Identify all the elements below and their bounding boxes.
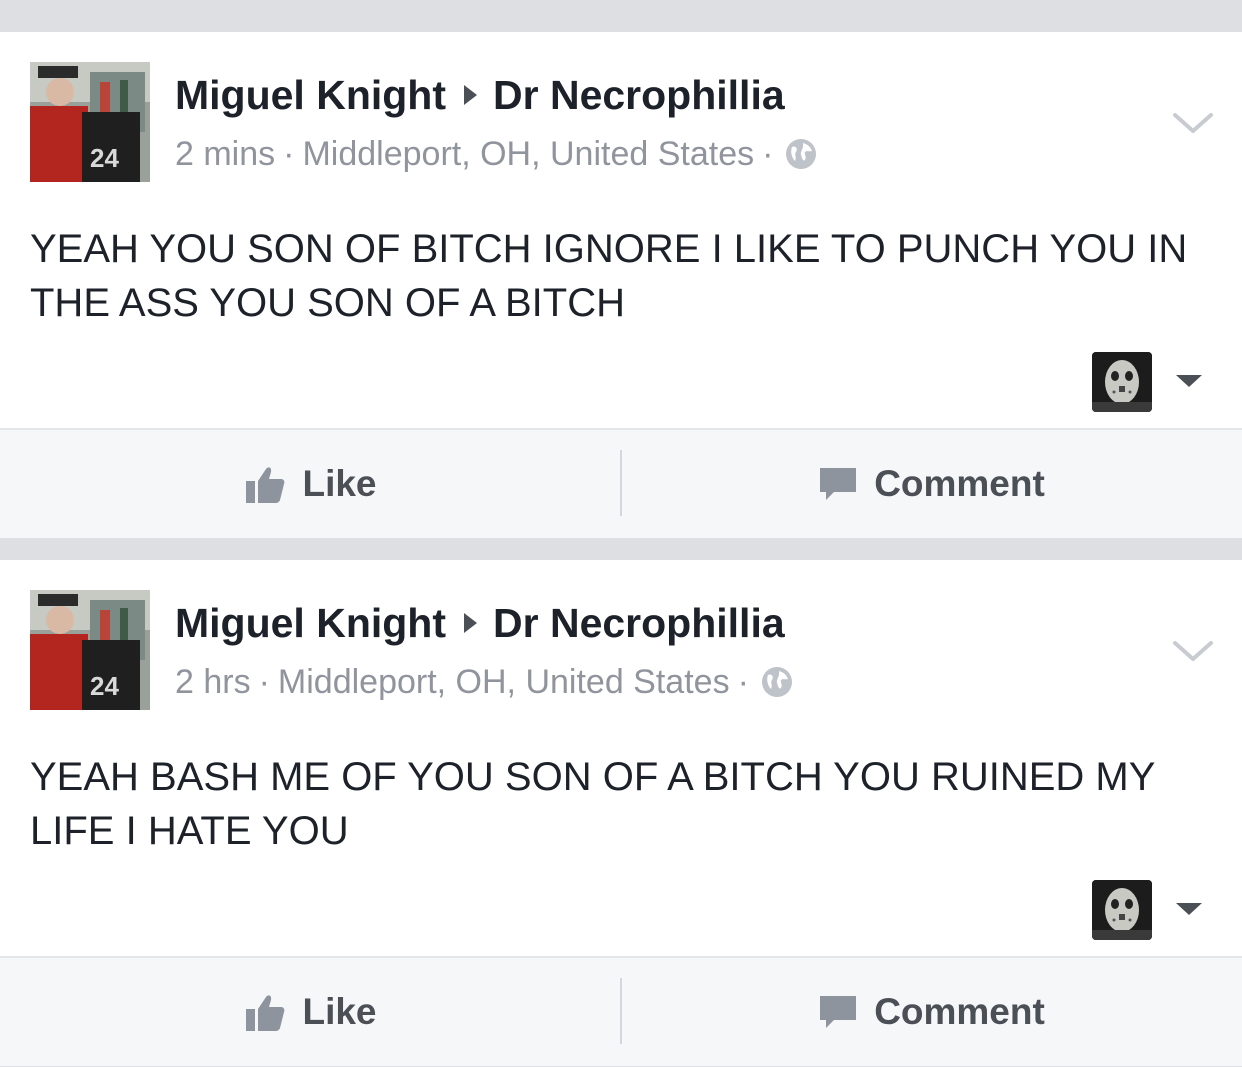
like-label: Like xyxy=(302,991,377,1032)
meta-separator: · xyxy=(762,135,774,173)
post-text: YEAH BASH ME OF YOU SON OF A BITCH YOU R… xyxy=(30,755,1155,853)
post-header: Miguel Knight Dr Necrophillia xyxy=(175,598,785,648)
globe-icon[interactable] xyxy=(761,666,793,698)
arrow-right-icon xyxy=(464,85,478,105)
post-body: 24 Miguel Knight Dr Necrophillia 2 hrs · Mi… xyxy=(0,560,1242,956)
recipient-name[interactable]: Dr Necrophillia xyxy=(493,72,785,118)
speech-bubble-icon xyxy=(820,996,857,1028)
reactor-avatar[interactable] xyxy=(1092,880,1152,940)
post-location[interactable]: Middleport, OH, United States xyxy=(278,663,730,701)
post-meta: 2 mins · Middleport, OH, United States · xyxy=(175,132,817,176)
thumbs-up-icon xyxy=(246,467,285,503)
chevron-down-icon[interactable] xyxy=(1172,638,1214,664)
comment-label: Comment xyxy=(874,463,1045,504)
comment-button[interactable]: Comment xyxy=(621,430,1242,538)
post-meta: 2 hrs · Middleport, OH, United States · xyxy=(175,660,793,704)
post-text: YEAH YOU SON OF BITCH IGNORE I LIKE TO P… xyxy=(30,227,1188,325)
jersey-number: 24 xyxy=(90,671,119,701)
feed-post: 24 Miguel Knight Dr Necrophillia 2 hrs · Mi… xyxy=(0,560,1242,1066)
post-header: Miguel Knight Dr Necrophillia xyxy=(175,70,785,120)
caret-down-icon[interactable] xyxy=(1176,903,1202,915)
author-name[interactable]: Miguel Knight xyxy=(175,600,446,646)
meta-separator: · xyxy=(283,135,295,173)
meta-separator: · xyxy=(737,663,749,701)
post-timestamp[interactable]: 2 hrs xyxy=(175,663,251,701)
author-avatar[interactable]: 24 xyxy=(30,62,150,182)
author-avatar[interactable]: 24 xyxy=(30,590,150,710)
feed-post: 24 Miguel Knight Dr Necrophillia 2 mins · M… xyxy=(0,32,1242,538)
post-body: 24 Miguel Knight Dr Necrophillia 2 mins · M… xyxy=(0,32,1242,428)
like-label: Like xyxy=(302,463,377,504)
like-button[interactable]: Like xyxy=(0,430,621,538)
caret-down-icon[interactable] xyxy=(1176,375,1202,387)
action-bar: Like Comment xyxy=(0,956,1242,1066)
thumbs-up-icon xyxy=(246,995,285,1031)
post-timestamp[interactable]: 2 mins xyxy=(175,135,275,173)
meta-separator: · xyxy=(258,663,270,701)
comment-button[interactable]: Comment xyxy=(621,958,1242,1066)
globe-icon[interactable] xyxy=(785,138,817,170)
news-feed: 24 Miguel Knight Dr Necrophillia 2 mins · M… xyxy=(0,0,1242,1067)
arrow-right-icon xyxy=(464,613,478,633)
action-divider xyxy=(620,978,622,1044)
reactor-avatar[interactable] xyxy=(1092,352,1152,412)
action-divider xyxy=(620,450,622,516)
author-name[interactable]: Miguel Knight xyxy=(175,72,446,118)
action-bar: Like Comment xyxy=(0,428,1242,538)
comment-label: Comment xyxy=(874,991,1045,1032)
chevron-down-icon[interactable] xyxy=(1172,110,1214,136)
like-button[interactable]: Like xyxy=(0,958,621,1066)
recipient-name[interactable]: Dr Necrophillia xyxy=(493,600,785,646)
jersey-number: 24 xyxy=(90,143,119,173)
speech-bubble-icon xyxy=(820,468,857,500)
post-location[interactable]: Middleport, OH, United States xyxy=(302,135,754,173)
